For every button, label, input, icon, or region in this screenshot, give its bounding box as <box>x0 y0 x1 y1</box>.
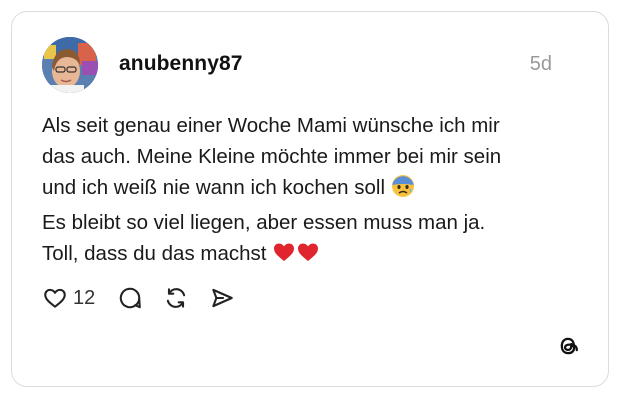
comment-icon <box>117 285 143 311</box>
comment-button[interactable] <box>117 285 143 311</box>
threads-post-card: anubenny87 5d Als seit genau einer Woche… <box>11 11 609 387</box>
post-timestamp: 5d <box>529 53 552 75</box>
like-button[interactable]: 12 <box>42 285 95 311</box>
post-text-line: Toll, dass du das machst <box>42 238 582 273</box>
post-actions: 12 <box>42 285 235 311</box>
like-count: 12 <box>73 286 96 309</box>
repost-button[interactable] <box>163 285 189 311</box>
avatar[interactable] <box>42 37 98 93</box>
post-body: Als seit genau einer Woche Mami wünsche … <box>42 110 582 273</box>
repost-icon <box>163 285 189 311</box>
post-text-line: Als seit genau einer Woche Mami wünsche … <box>42 114 500 137</box>
post-text-line: das auch. Meine Kleine möchte immer bei … <box>42 145 502 168</box>
post-text-line: Es bleibt so viel liegen, aber essen mus… <box>42 211 486 234</box>
heart-icon <box>42 285 68 311</box>
anxious-face-emoji <box>391 174 415 207</box>
post-text-line: und ich weiß nie wann ich kochen soll <box>42 172 582 207</box>
red-heart-emoji <box>296 240 320 273</box>
threads-logo-icon[interactable] <box>555 333 581 359</box>
username[interactable]: anubenny87 <box>119 52 243 76</box>
share-button[interactable] <box>209 285 235 311</box>
red-heart-emoji <box>272 240 296 273</box>
share-icon <box>209 285 235 311</box>
